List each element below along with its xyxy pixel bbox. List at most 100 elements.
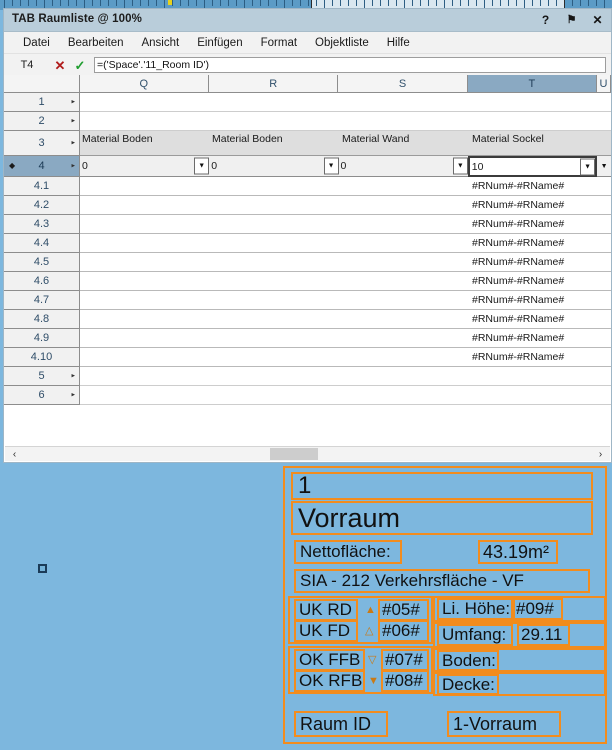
row-header-4-6[interactable]: 4.6: [4, 272, 80, 291]
row-header-1[interactable]: 1 ▸: [4, 93, 80, 112]
formula-input[interactable]: [94, 57, 606, 73]
help-button[interactable]: ?: [538, 11, 553, 28]
cell-empty[interactable]: [210, 329, 340, 347]
cell-room-template[interactable]: #RNum#-#RName#: [470, 310, 600, 328]
row-header-4[interactable]: 4 ◆ ▸: [4, 156, 80, 177]
row-header-5[interactable]: 5 ▸: [4, 367, 80, 386]
cell-empty[interactable]: [80, 177, 210, 195]
scrollbar-thumb[interactable]: [270, 448, 318, 460]
cell-room-template[interactable]: #RNum#-#RName#: [470, 196, 600, 214]
scroll-right-icon[interactable]: ›: [593, 447, 608, 461]
cell-empty[interactable]: [80, 93, 210, 111]
dropdown-arrow-icon[interactable]: ▼: [580, 158, 596, 175]
cancel-formula-icon[interactable]: ✕: [50, 59, 70, 72]
row-header-4-10[interactable]: 4.10: [4, 348, 80, 367]
menu-item-bearbeiten[interactable]: Bearbeiten: [59, 35, 133, 51]
cell-empty[interactable]: [340, 291, 470, 309]
cell-empty[interactable]: [340, 177, 470, 195]
row-header-4-4[interactable]: 4.4: [4, 234, 80, 253]
column-header-t[interactable]: T: [467, 75, 598, 92]
cell-empty[interactable]: [210, 234, 340, 252]
dropdown-arrow-icon[interactable]: ▼: [194, 157, 210, 175]
cell-t4[interactable]: 10 ▼: [467, 156, 598, 177]
cell-empty[interactable]: [470, 93, 600, 111]
cell-empty[interactable]: [80, 310, 210, 328]
cell-empty[interactable]: [80, 329, 210, 347]
cell-room-template[interactable]: #RNum#-#RName#: [470, 272, 600, 290]
row-expand-icon[interactable]: ▸: [71, 163, 75, 170]
menu-item-objektliste[interactable]: Objektliste: [306, 35, 378, 51]
menu-item-format[interactable]: Format: [252, 35, 306, 51]
scroll-left-icon[interactable]: ‹: [7, 447, 22, 461]
cell-empty[interactable]: [340, 329, 470, 347]
cell-q4[interactable]: 0 ▼: [80, 156, 210, 176]
row-expand-icon[interactable]: ▸: [71, 373, 75, 380]
cell-empty[interactable]: [80, 253, 210, 271]
horizontal-scrollbar[interactable]: ‹ ›: [5, 446, 610, 461]
row-expand-icon[interactable]: ▸: [71, 392, 75, 399]
row-expand-icon[interactable]: ▸: [71, 99, 75, 106]
cell-empty[interactable]: [210, 93, 340, 111]
cell-reference[interactable]: T4: [4, 59, 50, 71]
cell-empty[interactable]: [80, 367, 210, 385]
menu-item-einfgen[interactable]: Einfügen: [188, 35, 251, 51]
pin-button[interactable]: ⚑: [564, 11, 579, 28]
cell-empty[interactable]: [80, 234, 210, 252]
cell-room-template[interactable]: #RNum#-#RName#: [470, 177, 600, 195]
row-header-4-5[interactable]: 4.5: [4, 253, 80, 272]
cell-empty[interactable]: [470, 386, 600, 404]
cell-room-template[interactable]: #RNum#-#RName#: [470, 329, 600, 347]
cell-empty[interactable]: [210, 272, 340, 290]
cell-room-template[interactable]: #RNum#-#RName#: [470, 253, 600, 271]
cell-empty[interactable]: [210, 112, 340, 130]
close-button[interactable]: ✕: [590, 11, 605, 28]
select-all-corner[interactable]: [4, 75, 80, 92]
cell-r4[interactable]: 0 ▼: [209, 156, 339, 176]
cell-empty[interactable]: [210, 291, 340, 309]
cell-empty[interactable]: [470, 367, 600, 385]
cell-empty[interactable]: [210, 386, 340, 404]
cell-empty[interactable]: [210, 177, 340, 195]
menu-item-datei[interactable]: Datei: [14, 35, 59, 51]
column-header-s[interactable]: S: [338, 75, 468, 92]
cell-empty[interactable]: [340, 386, 470, 404]
cell-empty[interactable]: [340, 253, 470, 271]
row-header-4-3[interactable]: 4.3: [4, 215, 80, 234]
row-header-2[interactable]: 2 ▸: [4, 112, 80, 131]
cell-empty[interactable]: [340, 93, 470, 111]
cell-empty[interactable]: [340, 367, 470, 385]
column-header-q[interactable]: Q: [79, 75, 209, 92]
menu-item-hilfe[interactable]: Hilfe: [378, 35, 419, 51]
cell-empty[interactable]: [340, 234, 470, 252]
cell-empty[interactable]: [210, 310, 340, 328]
row-overflow-dropdown-icon[interactable]: ▼: [597, 156, 611, 176]
cell-empty[interactable]: [80, 386, 210, 404]
row-header-4-7[interactable]: 4.7: [4, 291, 80, 310]
cell-empty[interactable]: [80, 348, 210, 366]
cell-empty[interactable]: [340, 215, 470, 233]
room-label-card[interactable]: 1 Vorraum Nettofläche: 43.19m² SIA - 212…: [283, 466, 607, 744]
cell-empty[interactable]: [80, 272, 210, 290]
cell-empty[interactable]: [210, 215, 340, 233]
cell-s4[interactable]: 0 ▼: [339, 156, 468, 176]
cell-empty[interactable]: [210, 253, 340, 271]
row-expand-icon[interactable]: ▸: [71, 140, 75, 147]
row-header-4-2[interactable]: 4.2: [4, 196, 80, 215]
cell-empty[interactable]: [210, 196, 340, 214]
row-header-6[interactable]: 6 ▸: [4, 386, 80, 405]
cell-empty[interactable]: [210, 348, 340, 366]
cell-empty[interactable]: [340, 196, 470, 214]
cell-room-template[interactable]: #RNum#-#RName#: [470, 348, 600, 366]
cell-empty[interactable]: [80, 291, 210, 309]
row-header-3[interactable]: 3 ▸: [4, 131, 80, 156]
column-header-r[interactable]: R: [208, 75, 339, 92]
cell-empty[interactable]: [80, 112, 210, 130]
cell-room-template[interactable]: #RNum#-#RName#: [470, 234, 600, 252]
cell-empty[interactable]: [210, 367, 340, 385]
cell-room-template[interactable]: #RNum#-#RName#: [470, 215, 600, 233]
dropdown-arrow-icon[interactable]: ▼: [323, 157, 339, 175]
row-header-4-1[interactable]: 4.1: [4, 177, 80, 196]
cell-room-template[interactable]: #RNum#-#RName#: [470, 291, 600, 309]
cell-empty[interactable]: [80, 215, 210, 233]
cell-empty[interactable]: [340, 348, 470, 366]
